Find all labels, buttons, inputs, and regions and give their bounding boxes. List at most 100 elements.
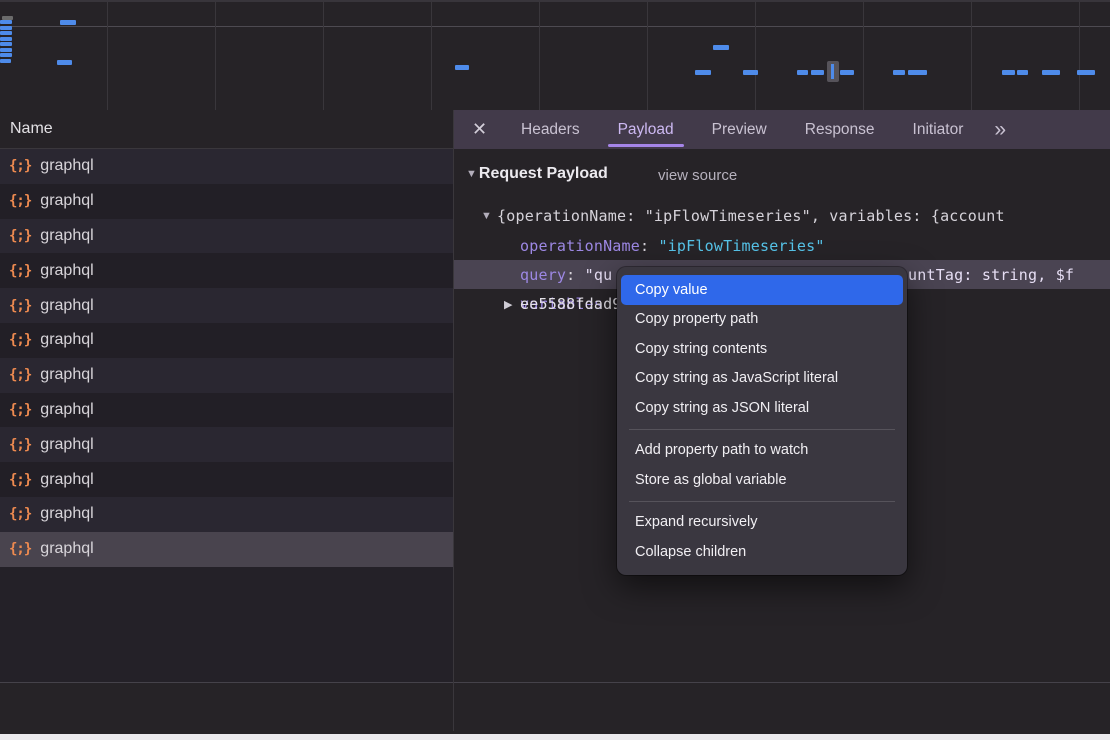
request-name: graphql xyxy=(40,401,93,419)
network-overview-timeline[interactable] xyxy=(0,0,1110,113)
request-row[interactable]: {;}graphql xyxy=(0,323,453,358)
network-main-area: Name {;}graphql{;}graphql{;}graphql{;}gr… xyxy=(0,110,1110,682)
request-timing-bar[interactable] xyxy=(0,59,11,63)
tab-initiator[interactable]: Initiator xyxy=(894,110,983,149)
close-icon[interactable]: ✕ xyxy=(472,110,502,149)
json-braces-icon: {;} xyxy=(9,402,31,418)
overview-gridline xyxy=(1079,2,1080,112)
selected-request-marker[interactable] xyxy=(827,61,839,82)
menu-separator xyxy=(629,429,895,430)
view-source-link[interactable]: view source xyxy=(658,167,737,184)
request-name: graphql xyxy=(40,192,93,210)
request-list: {;} graphql {;} graphql {;} graphql {;} graphql… xyxy=(0,149,453,567)
menu-item-copy-property-path[interactable]: Copy property path xyxy=(621,305,903,335)
overview-gridline xyxy=(971,2,972,112)
menu-item-copy-string-as-json-literal[interactable]: Copy string as JSON literal xyxy=(621,393,903,423)
request-row[interactable]: {;}graphql xyxy=(0,462,453,497)
request-timing-bar[interactable] xyxy=(713,45,729,50)
more-tabs-icon[interactable]: » xyxy=(982,110,1016,149)
menu-item-copy-string-as-javascript-literal[interactable]: Copy string as JavaScript literal xyxy=(621,364,903,394)
expand-arrow-icon[interactable]: ▶ xyxy=(504,298,512,311)
request-timing-bar[interactable] xyxy=(908,70,927,75)
request-name: graphql xyxy=(40,331,93,349)
request-timing-bar[interactable] xyxy=(455,65,469,70)
devtools-window: Name {;}graphql{;}graphql{;}graphql{;}gr… xyxy=(0,0,1110,740)
json-braces-icon: {;} xyxy=(9,228,31,244)
pane-divider[interactable] xyxy=(453,110,454,731)
menu-item-collapse-children[interactable]: Collapse children xyxy=(621,537,903,567)
request-row[interactable]: {;}graphql xyxy=(0,184,453,219)
menu-item-add-property-path-to-watch[interactable]: Add property path to watch xyxy=(621,436,903,466)
request-timing-bar[interactable] xyxy=(695,70,711,75)
request-timing-bar[interactable] xyxy=(743,70,758,75)
request-row[interactable]: {;}graphql xyxy=(0,497,453,532)
json-braces-icon: {;} xyxy=(9,472,31,488)
request-row[interactable]: {;}graphql xyxy=(0,532,453,567)
request-timing-bar[interactable] xyxy=(811,70,824,75)
menu-item-copy-value[interactable]: Copy value xyxy=(621,275,903,305)
column-header-label: Name xyxy=(10,120,53,138)
request-payload-section[interactable]: ▼ Request Payload xyxy=(466,165,608,183)
request-timing-bar[interactable] xyxy=(0,31,12,35)
request-timing-bar[interactable] xyxy=(0,26,12,30)
request-timing-bar[interactable] xyxy=(0,20,12,24)
json-row-operationname[interactable]: operationName: "ipFlowTimeseries" xyxy=(454,232,1110,260)
status-bar-area xyxy=(0,683,1110,734)
menu-item-expand-recursively[interactable]: Expand recursively xyxy=(621,508,903,538)
request-timing-bar[interactable] xyxy=(840,70,854,75)
json-braces-icon: {;} xyxy=(9,298,31,314)
overview-gridline xyxy=(431,2,432,112)
overview-gridline xyxy=(755,2,756,112)
request-row[interactable]: {;}graphql xyxy=(0,288,453,323)
request-row[interactable]: {;}graphql xyxy=(0,149,453,184)
request-name: graphql xyxy=(40,436,93,454)
window-bottom-edge xyxy=(0,734,1110,740)
request-timing-bar[interactable] xyxy=(1077,70,1095,75)
menu-item-copy-string-contents[interactable]: Copy string contents xyxy=(621,334,903,364)
request-name: graphql xyxy=(40,540,93,558)
context-menu: Copy valueCopy property pathCopy string … xyxy=(617,267,907,575)
request-timing-bar[interactable] xyxy=(0,37,12,41)
request-list-pane: Name {;}graphql{;}graphql{;}graphql{;}gr… xyxy=(0,110,453,682)
property-value-fragment: untTag: string, $f xyxy=(908,266,1074,284)
request-row[interactable]: {;}graphql xyxy=(0,219,453,254)
json-braces-icon: {;} xyxy=(9,367,31,383)
request-timing-bar[interactable] xyxy=(0,48,12,52)
overview-gridline xyxy=(539,2,540,112)
request-timing-bar[interactable] xyxy=(0,42,12,46)
menu-item-store-as-global-variable[interactable]: Store as global variable xyxy=(621,465,903,495)
tab-response[interactable]: Response xyxy=(786,110,894,149)
tab-payload[interactable]: Payload xyxy=(599,110,693,149)
request-row[interactable]: {;} graphql xyxy=(0,358,453,393)
request-timing-bar[interactable] xyxy=(893,70,905,75)
overview-gridline xyxy=(863,2,864,112)
menu-separator xyxy=(629,501,895,502)
request-timing-bar[interactable] xyxy=(797,70,808,75)
property-value-fragment: "qu xyxy=(585,266,613,284)
overview-gridline xyxy=(647,2,648,112)
request-timing-bar[interactable] xyxy=(60,20,76,25)
request-timing-bar[interactable] xyxy=(1042,70,1060,75)
request-name: graphql xyxy=(40,157,93,175)
request-timing-bar[interactable] xyxy=(57,60,72,65)
collapse-arrow-icon[interactable]: ▼ xyxy=(481,210,492,222)
overview-divider-line xyxy=(0,26,1110,27)
request-timing-bar[interactable] xyxy=(0,53,12,57)
column-header-name[interactable]: Name xyxy=(0,110,453,149)
request-row[interactable]: {;} graphql xyxy=(0,393,453,428)
overview-gridline xyxy=(107,2,108,112)
json-root-row[interactable]: ▼ {operationName: "ipFlowTimeseries", va… xyxy=(454,202,1110,230)
json-root-preview: {operationName: "ipFlowTimeseries", vari… xyxy=(497,207,1005,225)
request-timing-bar[interactable] xyxy=(1017,70,1028,75)
request-timing-bar[interactable] xyxy=(1002,70,1015,75)
tab-preview[interactable]: Preview xyxy=(693,110,786,149)
request-row[interactable]: {;} graphql xyxy=(0,427,453,462)
request-name: graphql xyxy=(40,505,93,523)
tab-headers[interactable]: Headers xyxy=(502,110,599,149)
request-name: graphql xyxy=(40,366,93,384)
collapse-arrow-icon[interactable]: ▼ xyxy=(466,168,477,180)
overview-gridline xyxy=(323,2,324,112)
section-title: Request Payload xyxy=(479,165,608,183)
request-row[interactable]: {;}graphql xyxy=(0,253,453,288)
json-braces-icon: {;} xyxy=(9,437,31,453)
